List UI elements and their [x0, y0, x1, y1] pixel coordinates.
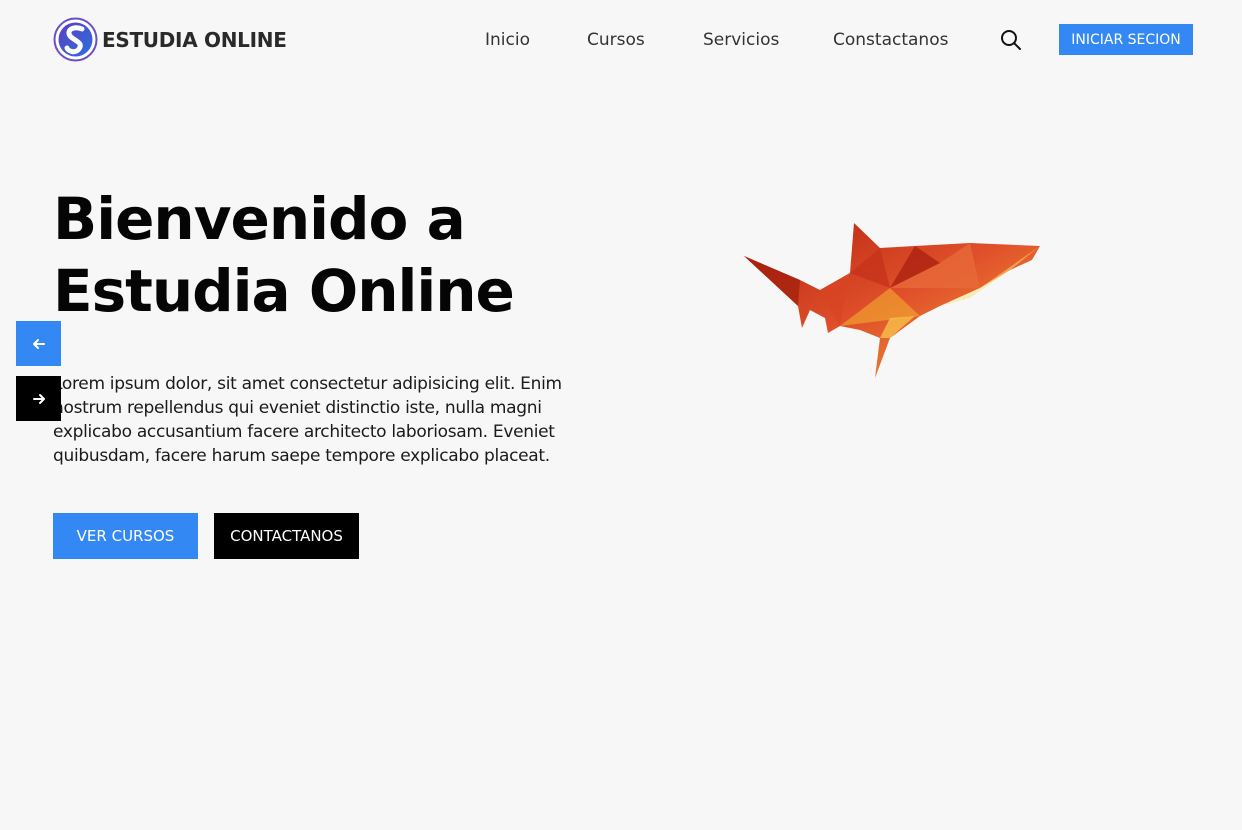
nav-item-contacto[interactable]: Constactanos — [833, 30, 948, 50]
slider-next-button[interactable] — [16, 376, 61, 421]
login-button[interactable]: INICIAR SECION — [1059, 24, 1193, 55]
hero-title: Bienvenido a Estudia Online — [53, 183, 613, 327]
page: ESTUDIA ONLINE Inicio Cursos Servicios C… — [0, 0, 1242, 830]
hero-title-line2: Estudia Online — [53, 257, 515, 325]
nav-item-inicio[interactable]: Inicio — [485, 30, 530, 50]
view-courses-button[interactable]: VER CURSOS — [53, 513, 198, 559]
nav-item-cursos[interactable]: Cursos — [587, 30, 645, 50]
hero-description: Lorem ipsum dolor, sit amet consectetur … — [53, 374, 562, 466]
search-icon[interactable] — [1000, 29, 1022, 51]
contact-button[interactable]: CONTACTANOS — [214, 513, 359, 559]
slider-prev-button[interactable] — [16, 321, 61, 366]
arrow-left-icon — [32, 338, 45, 349]
arrow-right-icon — [32, 393, 45, 404]
hero-title-line1: Bienvenido a — [53, 185, 466, 253]
brand-logo[interactable]: ESTUDIA ONLINE — [53, 17, 287, 62]
nav-item-servicios[interactable]: Servicios — [703, 30, 779, 50]
shark-illustration — [744, 223, 1040, 378]
s-logo-icon — [53, 17, 98, 62]
brand-name: ESTUDIA ONLINE — [102, 27, 287, 52]
